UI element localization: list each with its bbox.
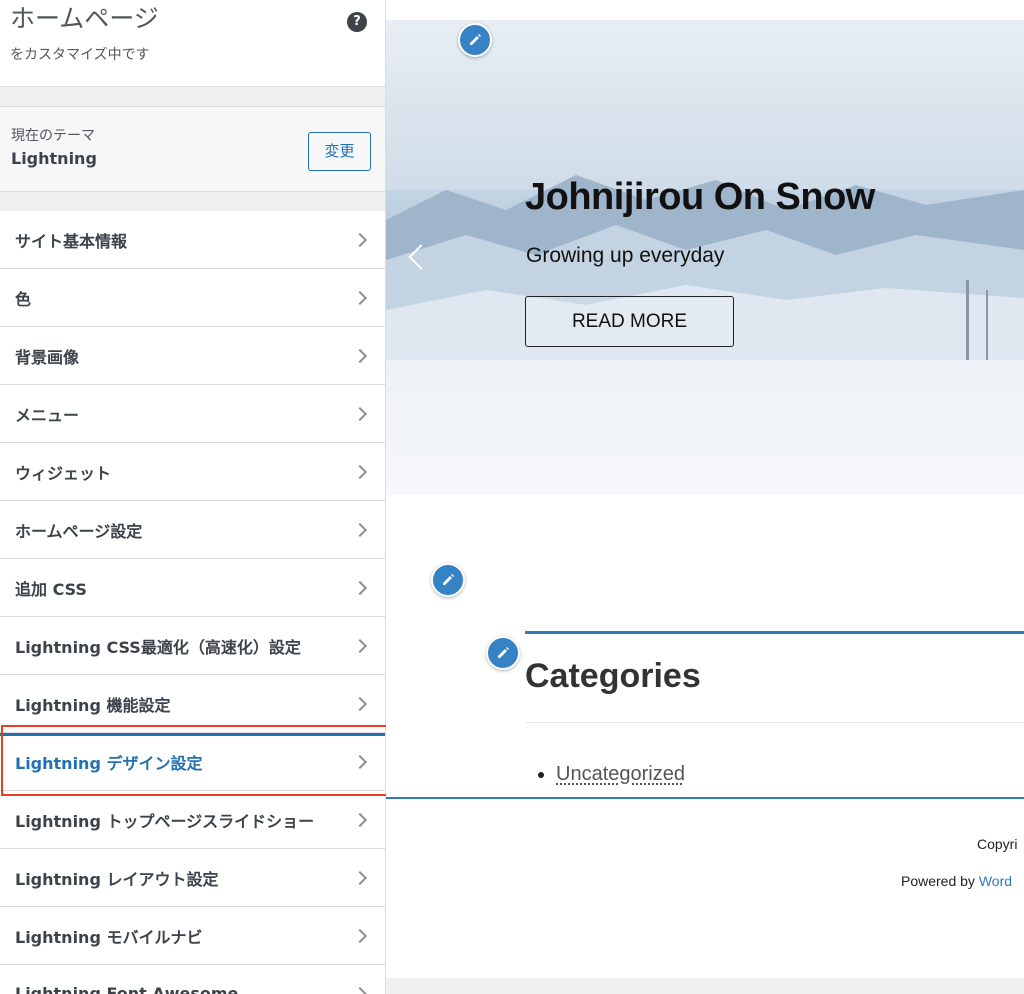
chevron-right-icon bbox=[352, 464, 368, 479]
footer-powered-by: Powered by Word bbox=[901, 873, 1012, 889]
chevron-right-icon bbox=[352, 696, 368, 711]
menu-item-label: メニュー bbox=[15, 405, 80, 425]
category-link[interactable]: Uncategorized bbox=[556, 763, 685, 785]
menu-item-label: 追加 CSS bbox=[15, 579, 87, 599]
menu-item-menus[interactable]: メニュー bbox=[0, 385, 385, 443]
powered-link[interactable]: Word bbox=[979, 873, 1012, 889]
menu-item-label: Lightning レイアウト設定 bbox=[15, 869, 219, 889]
bullet-icon bbox=[538, 771, 544, 778]
help-icon[interactable]: ? bbox=[347, 12, 367, 32]
menu-item-lightning-function[interactable]: Lightning 機能設定 bbox=[0, 675, 385, 733]
menu-item-lightning-slideshow[interactable]: Lightning トップページスライドショー bbox=[0, 791, 385, 849]
menu-item-label: Lightning モバイルナビ bbox=[15, 927, 203, 947]
chevron-right-icon bbox=[352, 638, 368, 653]
menu-item-label: 背景画像 bbox=[15, 347, 80, 367]
chevron-right-icon bbox=[352, 406, 368, 421]
chevron-right-icon bbox=[352, 986, 368, 994]
menu-item-label: Lightning トップページスライドショー bbox=[15, 811, 315, 831]
menu-item-lightning-design[interactable]: Lightning デザイン設定 bbox=[0, 733, 385, 791]
menu-item-label: Lightning 機能設定 bbox=[15, 695, 171, 715]
hero-title: Johnijirou On Snow bbox=[525, 176, 875, 218]
edit-shortcut-pencil-icon[interactable] bbox=[431, 563, 465, 597]
menu-item-colors[interactable]: 色 bbox=[0, 269, 385, 327]
chevron-right-icon bbox=[352, 870, 368, 885]
menu-item-label: サイト基本情報 bbox=[15, 231, 128, 251]
widget-title-divider bbox=[525, 722, 1024, 723]
menu-item-lightning-layout[interactable]: Lightning レイアウト設定 bbox=[0, 849, 385, 907]
page-subtitle: をカスタマイズ中です bbox=[10, 47, 150, 63]
footer-top-border bbox=[386, 797, 1024, 799]
chevron-right-icon bbox=[352, 812, 368, 827]
menu-item-site-identity[interactable]: サイト基本情報 bbox=[0, 211, 385, 269]
menu-item-label: Lightning CSS最適化（高速化）設定 bbox=[15, 637, 301, 657]
chevron-right-icon bbox=[352, 232, 368, 247]
chevron-right-icon bbox=[352, 754, 368, 769]
hero-subtitle: Growing up everyday bbox=[526, 244, 725, 267]
menu-item-lightning-font-awesome[interactable]: Lightning Font Awesome bbox=[0, 965, 385, 994]
widget-top-border bbox=[525, 631, 1024, 634]
menu-item-label: ホームページ設定 bbox=[15, 521, 143, 541]
powered-prefix: Powered by bbox=[901, 873, 979, 889]
chevron-right-icon bbox=[352, 290, 368, 305]
read-more-button[interactable]: READ MORE bbox=[525, 296, 734, 347]
chevron-right-icon bbox=[352, 348, 368, 363]
chevron-right-icon bbox=[352, 522, 368, 537]
current-theme-panel: 現在のテーマ Lightning 変更 bbox=[0, 106, 385, 192]
chevron-right-icon bbox=[352, 928, 368, 943]
preview-bottom-band bbox=[386, 978, 1024, 994]
menu-item-label: ウィジェット bbox=[15, 463, 112, 483]
menu-item-lightning-css-optimize[interactable]: Lightning CSS最適化（高速化）設定 bbox=[0, 617, 385, 675]
edit-shortcut-pencil-icon[interactable] bbox=[458, 23, 492, 57]
edit-shortcut-pencil-icon[interactable] bbox=[486, 636, 520, 670]
footer-copyright: Copyri bbox=[977, 836, 1018, 852]
menu-item-label: Lightning デザイン設定 bbox=[15, 753, 203, 773]
change-theme-button[interactable]: 変更 bbox=[308, 132, 371, 171]
widget-title: Categories bbox=[525, 657, 701, 695]
menu-item-widgets[interactable]: ウィジェット bbox=[0, 443, 385, 501]
customizer-sidebar: ホームページ をカスタマイズ中です ? 現在のテーマ Lightning 変更 … bbox=[0, 0, 386, 994]
menu-item-label: Lightning Font Awesome bbox=[15, 984, 239, 994]
customizer-header: ホームページ をカスタマイズ中です ? bbox=[0, 0, 385, 87]
menu-item-homepage-settings[interactable]: ホームページ設定 bbox=[0, 501, 385, 559]
menu-item-additional-css[interactable]: 追加 CSS bbox=[0, 559, 385, 617]
page-title: ホームページ bbox=[10, 4, 159, 33]
menu-item-label: 色 bbox=[15, 289, 32, 309]
menu-item-background-image[interactable]: 背景画像 bbox=[0, 327, 385, 385]
category-list: Uncategorized bbox=[538, 763, 685, 786]
customizer-menu: サイト基本情報 色 背景画像 メニュー ウィジェット ホームページ設定 追加 C… bbox=[0, 211, 385, 994]
hero-slider: Johnijirou On Snow Growing up everyday R… bbox=[386, 20, 1024, 495]
hero-snow-ground bbox=[386, 360, 1024, 495]
site-preview: Johnijirou On Snow Growing up everyday R… bbox=[386, 0, 1024, 994]
chevron-right-icon bbox=[352, 580, 368, 595]
menu-item-lightning-mobile-nav[interactable]: Lightning モバイルナビ bbox=[0, 907, 385, 965]
